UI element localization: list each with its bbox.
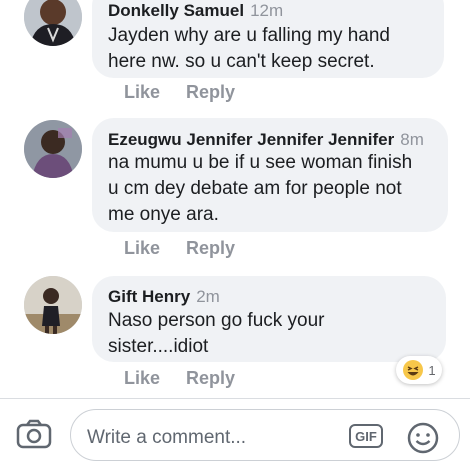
comment-actions: Like Reply	[124, 238, 261, 259]
comment-line: na mumu u be if u see woman finish	[108, 152, 413, 173]
comment-text: na mumu u be if u see woman finish u cm …	[108, 150, 432, 228]
comment-line: Jayden why are u falling my hand	[108, 25, 390, 46]
timestamp[interactable]: 12m	[250, 1, 283, 20]
comment-text: Naso person go fuck your sister....idiot	[108, 308, 430, 360]
comment-line: here nw. so u can't keep secret.	[108, 51, 375, 72]
comment-line: Naso person go fuck your	[108, 310, 325, 331]
timestamp[interactable]: 8m	[400, 130, 424, 149]
comment-actions: Like Reply	[124, 82, 261, 103]
comment-line: u cm dey debate am for people not	[108, 178, 402, 199]
reply-button[interactable]: Reply	[186, 82, 235, 102]
comment-input-placeholder: Write a comment...	[87, 427, 247, 448]
like-button[interactable]: Like	[124, 238, 160, 258]
avatar[interactable]	[24, 276, 82, 334]
author-name[interactable]: Donkelly Samuel	[108, 1, 244, 20]
reply-button[interactable]: Reply	[186, 368, 235, 388]
haha-emoji-icon	[403, 360, 424, 380]
reaction-summary[interactable]: 1	[396, 356, 442, 384]
emoji-button[interactable]	[407, 422, 439, 454]
like-button[interactable]: Like	[124, 368, 160, 388]
camera-icon	[16, 419, 52, 449]
avatar[interactable]	[24, 0, 82, 46]
timestamp[interactable]: 2m	[196, 287, 220, 306]
comment-composer: Write a comment... GIF	[0, 399, 470, 461]
comment-bubble: Ezeugwu Jennifer Jennifer Jennifer 8m na …	[92, 118, 448, 232]
author-name[interactable]: Gift Henry	[108, 287, 190, 306]
comment-line: me onye ara.	[108, 204, 219, 225]
camera-button[interactable]	[16, 419, 52, 449]
comment-actions: Like Reply	[124, 368, 261, 389]
comment-bubble: Donkelly Samuel 12m Jayden why are u fall…	[92, 0, 444, 78]
like-button[interactable]: Like	[124, 82, 160, 102]
gif-button[interactable]: GIF	[349, 424, 383, 448]
reply-button[interactable]: Reply	[186, 238, 235, 258]
gif-label: GIF	[355, 428, 377, 444]
comment-text: Jayden why are u falling my hand here nw…	[108, 23, 428, 75]
avatar[interactable]	[24, 120, 82, 178]
smiley-icon	[407, 422, 439, 454]
comment-line: sister....idiot	[108, 336, 209, 357]
author-name[interactable]: Ezeugwu Jennifer Jennifer Jennifer	[108, 130, 394, 149]
reaction-count: 1	[428, 362, 436, 378]
comment-input[interactable]: Write a comment... GIF	[70, 409, 460, 461]
comment-bubble: Gift Henry 2m Naso person go fuck your si…	[92, 276, 446, 362]
